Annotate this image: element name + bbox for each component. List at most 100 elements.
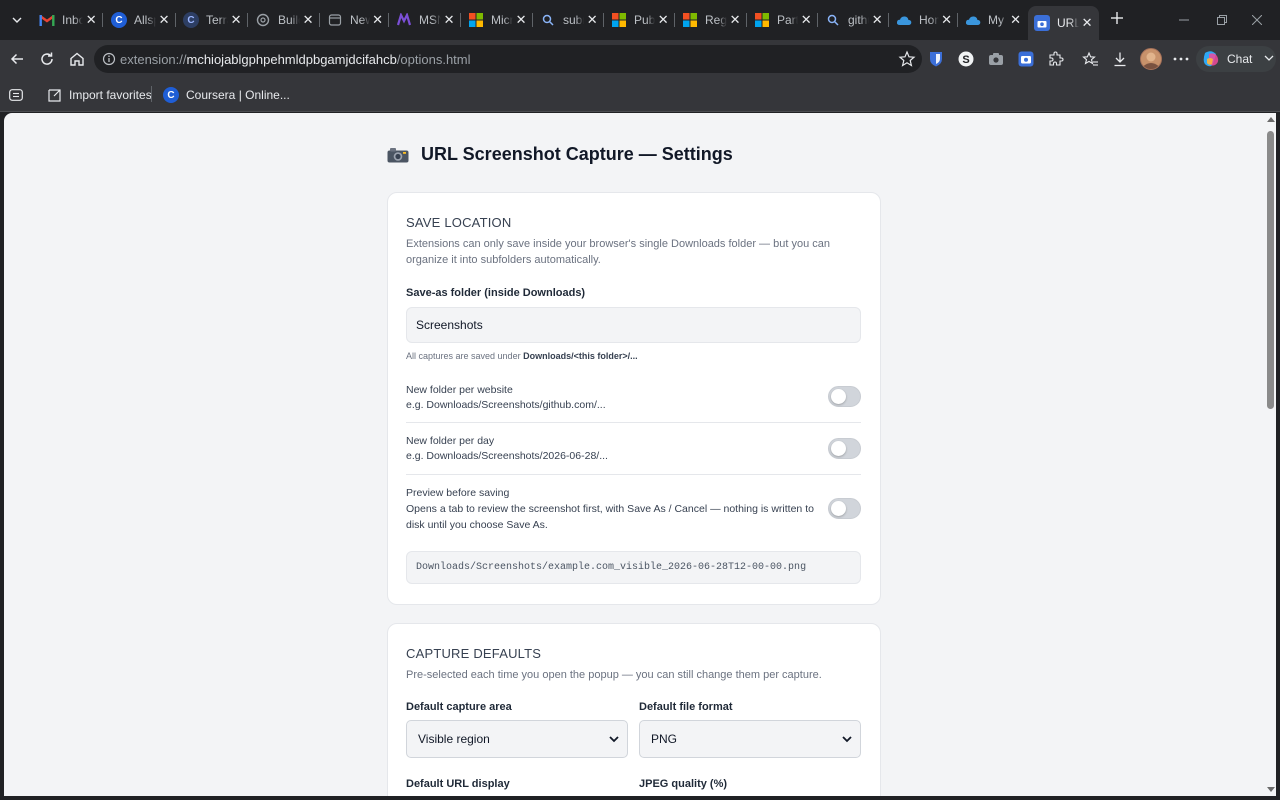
new-tab-button[interactable] [1106, 9, 1128, 31]
tab-actions-menu-button[interactable] [4, 8, 30, 32]
search-icon [825, 12, 841, 28]
tab-register[interactable]: Register ✕ [676, 6, 747, 34]
tab-partner[interactable]: Partner ✕ [748, 6, 818, 34]
tab-my-files[interactable]: My files ✕ [959, 6, 1027, 34]
close-icon[interactable]: ✕ [443, 12, 455, 27]
downloads-icon[interactable] [1110, 49, 1130, 69]
screenshot-extension-icon[interactable] [1016, 49, 1036, 69]
url-display-label: Default URL display [406, 778, 510, 790]
coursera-icon: C [183, 12, 199, 28]
extensions-icon[interactable] [1046, 49, 1066, 69]
copilot-chat-button[interactable]: Chat [1196, 46, 1276, 72]
favorites-icon[interactable] [1080, 49, 1100, 69]
option-description: e.g. Downloads/Screenshots/github.com/..… [406, 399, 606, 411]
scroll-down-arrow-icon[interactable] [1267, 787, 1275, 792]
close-window-button[interactable] [1234, 0, 1280, 40]
sidebar-icon [8, 87, 24, 103]
home-icon [70, 52, 84, 66]
page-title: URL Screenshot Capture — Settings [387, 144, 733, 165]
bitwarden-icon[interactable] [926, 49, 946, 69]
microsoft-icon [611, 12, 627, 28]
close-icon[interactable]: ✕ [800, 12, 812, 27]
page-content: URL Screenshot Capture — Settings Save l… [4, 113, 1265, 796]
tab-microsoft[interactable]: Microsoft ✕ [462, 6, 533, 34]
tab-msn[interactable]: MSN ✕ [390, 6, 461, 34]
tab-terraform[interactable]: C Terraform ✕ [177, 6, 248, 34]
tab-new-tab[interactable]: New tab ✕ [321, 6, 389, 34]
tab-home[interactable]: Home ✕ [890, 6, 958, 34]
microsoft-icon [468, 12, 484, 28]
camera-icon[interactable] [986, 49, 1006, 69]
scroll-up-arrow-icon[interactable] [1267, 117, 1275, 122]
newtab-icon [327, 12, 343, 28]
capture-area-select[interactable]: Visible region [406, 720, 628, 758]
close-icon[interactable]: ✕ [302, 12, 314, 27]
tab-publish[interactable]: Publish ✕ [605, 6, 675, 34]
close-icon[interactable]: ✕ [85, 12, 97, 27]
close-icon[interactable]: ✕ [515, 12, 527, 27]
bookmark-coursera[interactable]: C Coursera | Online... [163, 86, 290, 104]
file-format-label: Default file format [639, 701, 733, 713]
home-button[interactable] [65, 47, 89, 71]
address-bar[interactable]: extension://mchiojablgphpehmldpbgamjdcif… [94, 45, 922, 73]
close-icon[interactable]: ✕ [158, 12, 170, 27]
option-description: Opens a tab to review the screenshot fir… [406, 503, 814, 531]
option-folder-per-website: New folder per website e.g. Downloads/Sc… [406, 383, 861, 413]
microsoft-icon [682, 12, 698, 28]
folder-per-website-toggle[interactable] [828, 386, 861, 407]
close-icon[interactable]: ✕ [941, 12, 952, 27]
bookmark-import-favorites[interactable]: Import favorites [46, 86, 152, 104]
capture-area-label: Default capture area [406, 701, 512, 713]
minimize-icon [1179, 19, 1189, 21]
back-button[interactable] [5, 47, 29, 71]
coursera-icon: C [163, 87, 179, 103]
option-title: New folder per day [406, 435, 495, 447]
folder-hint: All captures are saved under Downloads/<… [406, 351, 638, 361]
coursera-icon: C [111, 12, 127, 28]
close-icon[interactable]: ✕ [230, 12, 242, 27]
page-scrollbar[interactable] [1265, 113, 1276, 796]
star-icon[interactable] [898, 50, 916, 68]
section-heading: Capture defaults [406, 646, 542, 661]
scroll-thumb[interactable] [1267, 131, 1274, 409]
camera-icon [1034, 15, 1050, 31]
more-options-icon[interactable] [1171, 49, 1191, 69]
folder-per-day-toggle[interactable] [828, 438, 861, 459]
msn-icon [396, 12, 412, 28]
tab-url-screenshot-active[interactable]: URL Screenshot ✕ [1028, 6, 1099, 40]
refresh-button[interactable] [35, 47, 59, 71]
tab-submit[interactable]: submit ✕ [534, 6, 604, 34]
preview-before-saving-toggle[interactable] [828, 498, 861, 519]
skype-icon[interactable]: S [956, 49, 976, 69]
url-text: extension://mchiojablgphpehmldpbgamjdcif… [120, 52, 471, 67]
openai-icon [255, 12, 271, 28]
plus-icon [1111, 12, 1123, 24]
tab-build[interactable]: Build ✕ [249, 6, 320, 34]
tab-allspring[interactable]: C Allspring ✕ [105, 6, 176, 34]
close-icon[interactable]: ✕ [657, 12, 669, 27]
file-format-select[interactable]: PNG [639, 720, 861, 758]
tab-github[interactable]: github ✕ [819, 6, 889, 34]
tab-inbox[interactable]: Inbox ✕ [33, 6, 103, 34]
bookmarks-bar: Import favorites C Coursera | Online... [0, 78, 1280, 112]
option-title: Preview before saving [406, 487, 510, 499]
close-icon[interactable]: ✕ [1010, 12, 1021, 27]
copilot-icon [1203, 51, 1219, 67]
close-icon[interactable]: ✕ [372, 12, 383, 27]
save-folder-input[interactable] [406, 307, 861, 343]
close-icon[interactable]: ✕ [1081, 15, 1093, 30]
gmail-icon [39, 12, 55, 28]
section-description: Extensions can only save inside your bro… [406, 238, 830, 266]
chevron-down-icon [1264, 54, 1274, 65]
close-icon[interactable]: ✕ [871, 12, 883, 27]
sidebar-toggle-button[interactable] [8, 86, 31, 104]
folder-label: Save-as folder (inside Downloads) [406, 287, 586, 299]
close-icon[interactable]: ✕ [586, 12, 598, 27]
option-description: e.g. Downloads/Screenshots/2026-06-28/..… [406, 450, 608, 462]
profile-avatar[interactable] [1140, 48, 1162, 70]
onedrive-icon [965, 12, 981, 28]
info-icon[interactable] [102, 52, 116, 66]
option-title: New folder per website [406, 384, 513, 396]
microsoft-icon [754, 12, 770, 28]
close-icon[interactable]: ✕ [729, 12, 741, 27]
